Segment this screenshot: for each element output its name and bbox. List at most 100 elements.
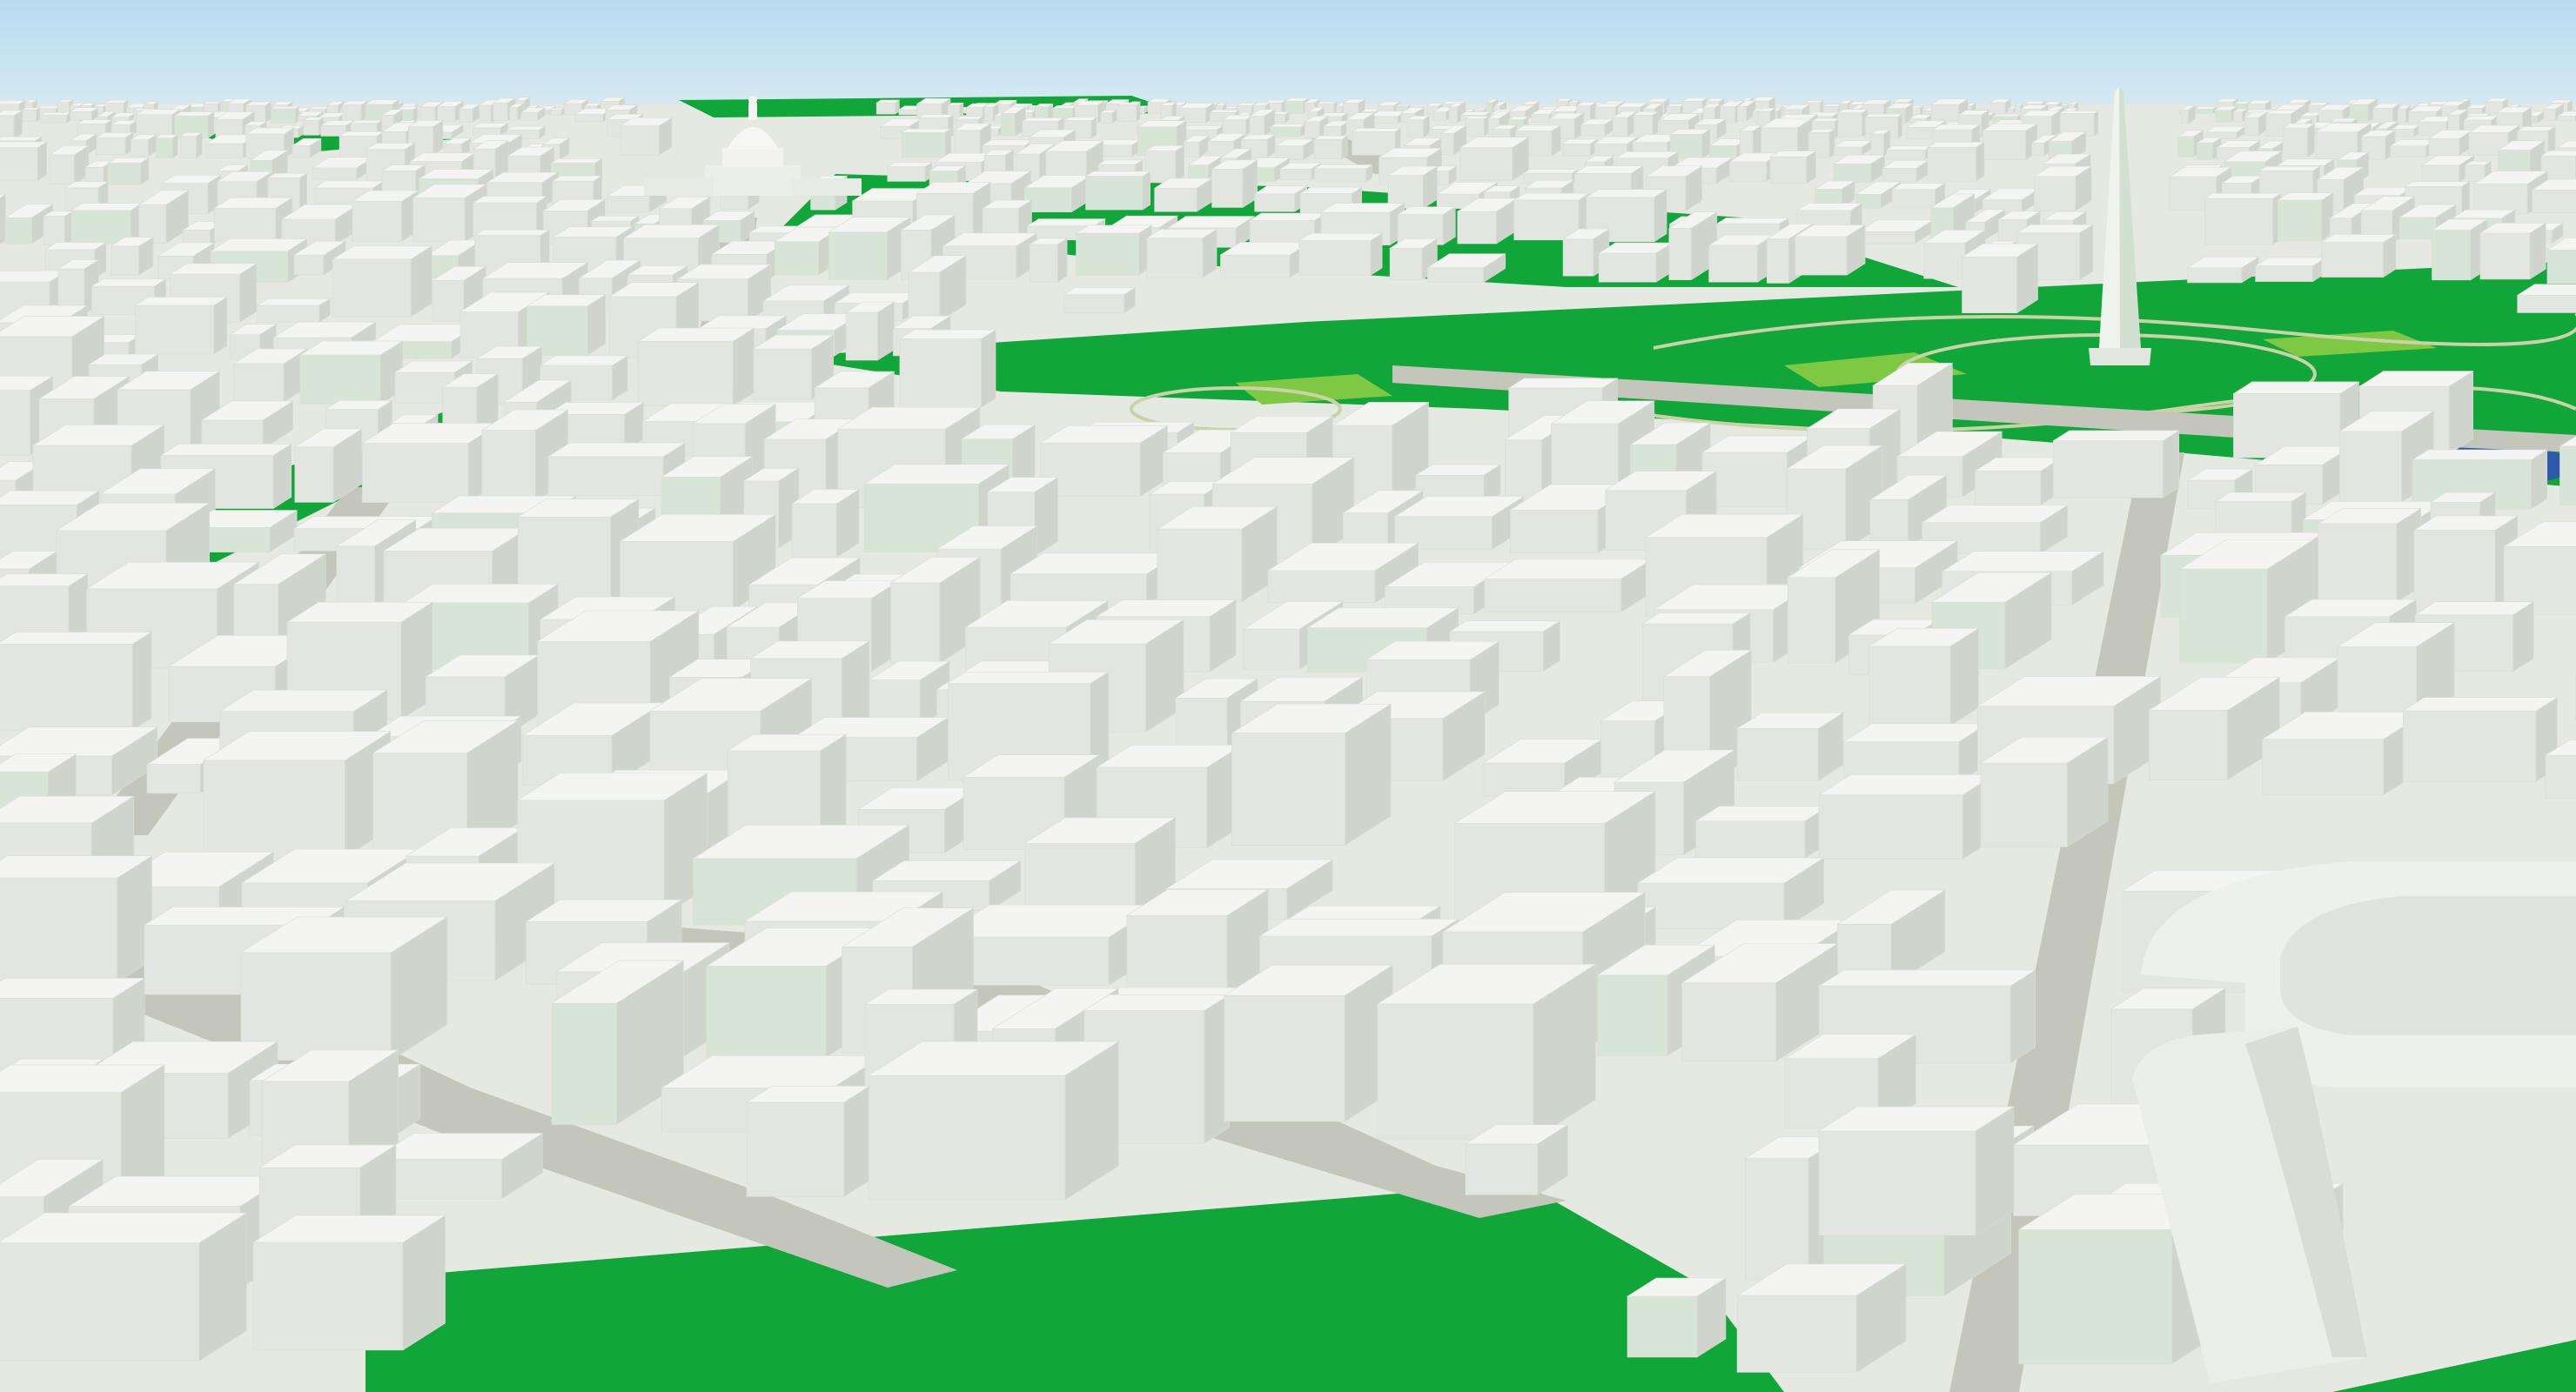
building-block bbox=[69, 107, 99, 122]
building-block bbox=[1636, 857, 1825, 930]
building-block bbox=[1598, 242, 1674, 283]
building-block bbox=[239, 916, 448, 1061]
building-block bbox=[1393, 495, 1526, 551]
building-block bbox=[458, 104, 480, 124]
building-block bbox=[1885, 144, 1933, 160]
building-block bbox=[898, 329, 997, 408]
building-block bbox=[48, 144, 90, 185]
building-block bbox=[252, 1215, 446, 1351]
building-block bbox=[1769, 151, 1817, 184]
building-block bbox=[202, 731, 392, 859]
building-block bbox=[637, 327, 755, 407]
building-block bbox=[2412, 515, 2519, 612]
building-block bbox=[2205, 125, 2247, 139]
building-block bbox=[2179, 104, 2197, 124]
building-block bbox=[1406, 115, 1431, 138]
building-block bbox=[1145, 229, 1218, 278]
building-block bbox=[2261, 711, 2427, 796]
building-block bbox=[1979, 736, 2109, 847]
building-block bbox=[472, 122, 509, 137]
building-block bbox=[1580, 118, 1614, 137]
building-block bbox=[1842, 723, 1989, 783]
building-block bbox=[1464, 115, 1490, 137]
building-block bbox=[790, 488, 861, 559]
building-block bbox=[1222, 114, 1255, 136]
building-block bbox=[2254, 257, 2328, 283]
building-block bbox=[1075, 224, 1153, 276]
building-block bbox=[875, 99, 901, 115]
building-block bbox=[1236, 102, 1257, 114]
building-block bbox=[1063, 287, 1137, 314]
building-block bbox=[1832, 154, 1886, 184]
building-block bbox=[106, 157, 150, 185]
building-block bbox=[1039, 425, 1169, 498]
building-block bbox=[332, 245, 433, 318]
building-block bbox=[95, 131, 135, 156]
building-block bbox=[1342, 98, 1366, 116]
building-block bbox=[270, 105, 300, 124]
building-block bbox=[0, 193, 7, 244]
building-block bbox=[232, 348, 308, 403]
building-block bbox=[1313, 135, 1349, 160]
building-block bbox=[179, 131, 204, 159]
building-block bbox=[0, 1212, 248, 1362]
building-block bbox=[1029, 238, 1069, 283]
building-block bbox=[2402, 697, 2559, 782]
building-block bbox=[341, 100, 369, 122]
building-block bbox=[1974, 457, 2063, 505]
building-block bbox=[1156, 505, 1278, 603]
building-block bbox=[2320, 233, 2398, 278]
building-block bbox=[299, 340, 404, 405]
building-block bbox=[1387, 165, 1439, 210]
building-block bbox=[828, 217, 912, 281]
building-block bbox=[2006, 106, 2017, 114]
building-block bbox=[1313, 164, 1373, 183]
building-block bbox=[745, 1085, 871, 1197]
building-block bbox=[1868, 627, 1980, 726]
city-map-scene[interactable] bbox=[0, 0, 2576, 1392]
building-block bbox=[2186, 256, 2260, 284]
building-block bbox=[1084, 171, 1151, 211]
building-block bbox=[0, 632, 152, 731]
building-block bbox=[2465, 104, 2489, 116]
building-block bbox=[1459, 137, 1530, 182]
building-block bbox=[1633, 110, 1660, 137]
building-block bbox=[361, 422, 501, 504]
building-block bbox=[1982, 123, 2038, 161]
building-block bbox=[302, 117, 325, 136]
building-block bbox=[135, 109, 181, 139]
building-block bbox=[1275, 138, 1315, 161]
building-block bbox=[1211, 159, 1258, 209]
building-block bbox=[2479, 222, 2547, 280]
building-block bbox=[1836, 109, 1869, 137]
building-block bbox=[1794, 224, 1867, 276]
building-block bbox=[1231, 703, 1392, 847]
building-block bbox=[213, 197, 293, 242]
building-block bbox=[130, 134, 158, 157]
building-block bbox=[868, 1041, 1120, 1201]
building-block bbox=[2371, 103, 2401, 124]
building-block bbox=[2194, 106, 2217, 115]
building-block bbox=[2391, 124, 2422, 137]
building-block bbox=[1961, 243, 2039, 314]
building-block bbox=[155, 134, 179, 159]
building-block bbox=[1817, 1106, 2016, 1236]
building-block bbox=[1376, 963, 1597, 1141]
building-block bbox=[43, 211, 74, 246]
building-block bbox=[351, 190, 419, 243]
building-block bbox=[2317, 507, 2422, 603]
building-block bbox=[619, 117, 673, 156]
building-block bbox=[0, 855, 153, 983]
building-block bbox=[1219, 241, 1311, 278]
building-block bbox=[1369, 110, 1407, 124]
building-block bbox=[1010, 552, 1181, 606]
building-block bbox=[1926, 141, 1985, 182]
building-block bbox=[1736, 712, 1844, 781]
building-block bbox=[256, 298, 332, 323]
building-block bbox=[2282, 123, 2316, 157]
building-block bbox=[21, 107, 41, 123]
building-block bbox=[134, 296, 228, 355]
building-block bbox=[0, 110, 23, 139]
building-block bbox=[1144, 144, 1185, 183]
building-block bbox=[1736, 1263, 1908, 1373]
